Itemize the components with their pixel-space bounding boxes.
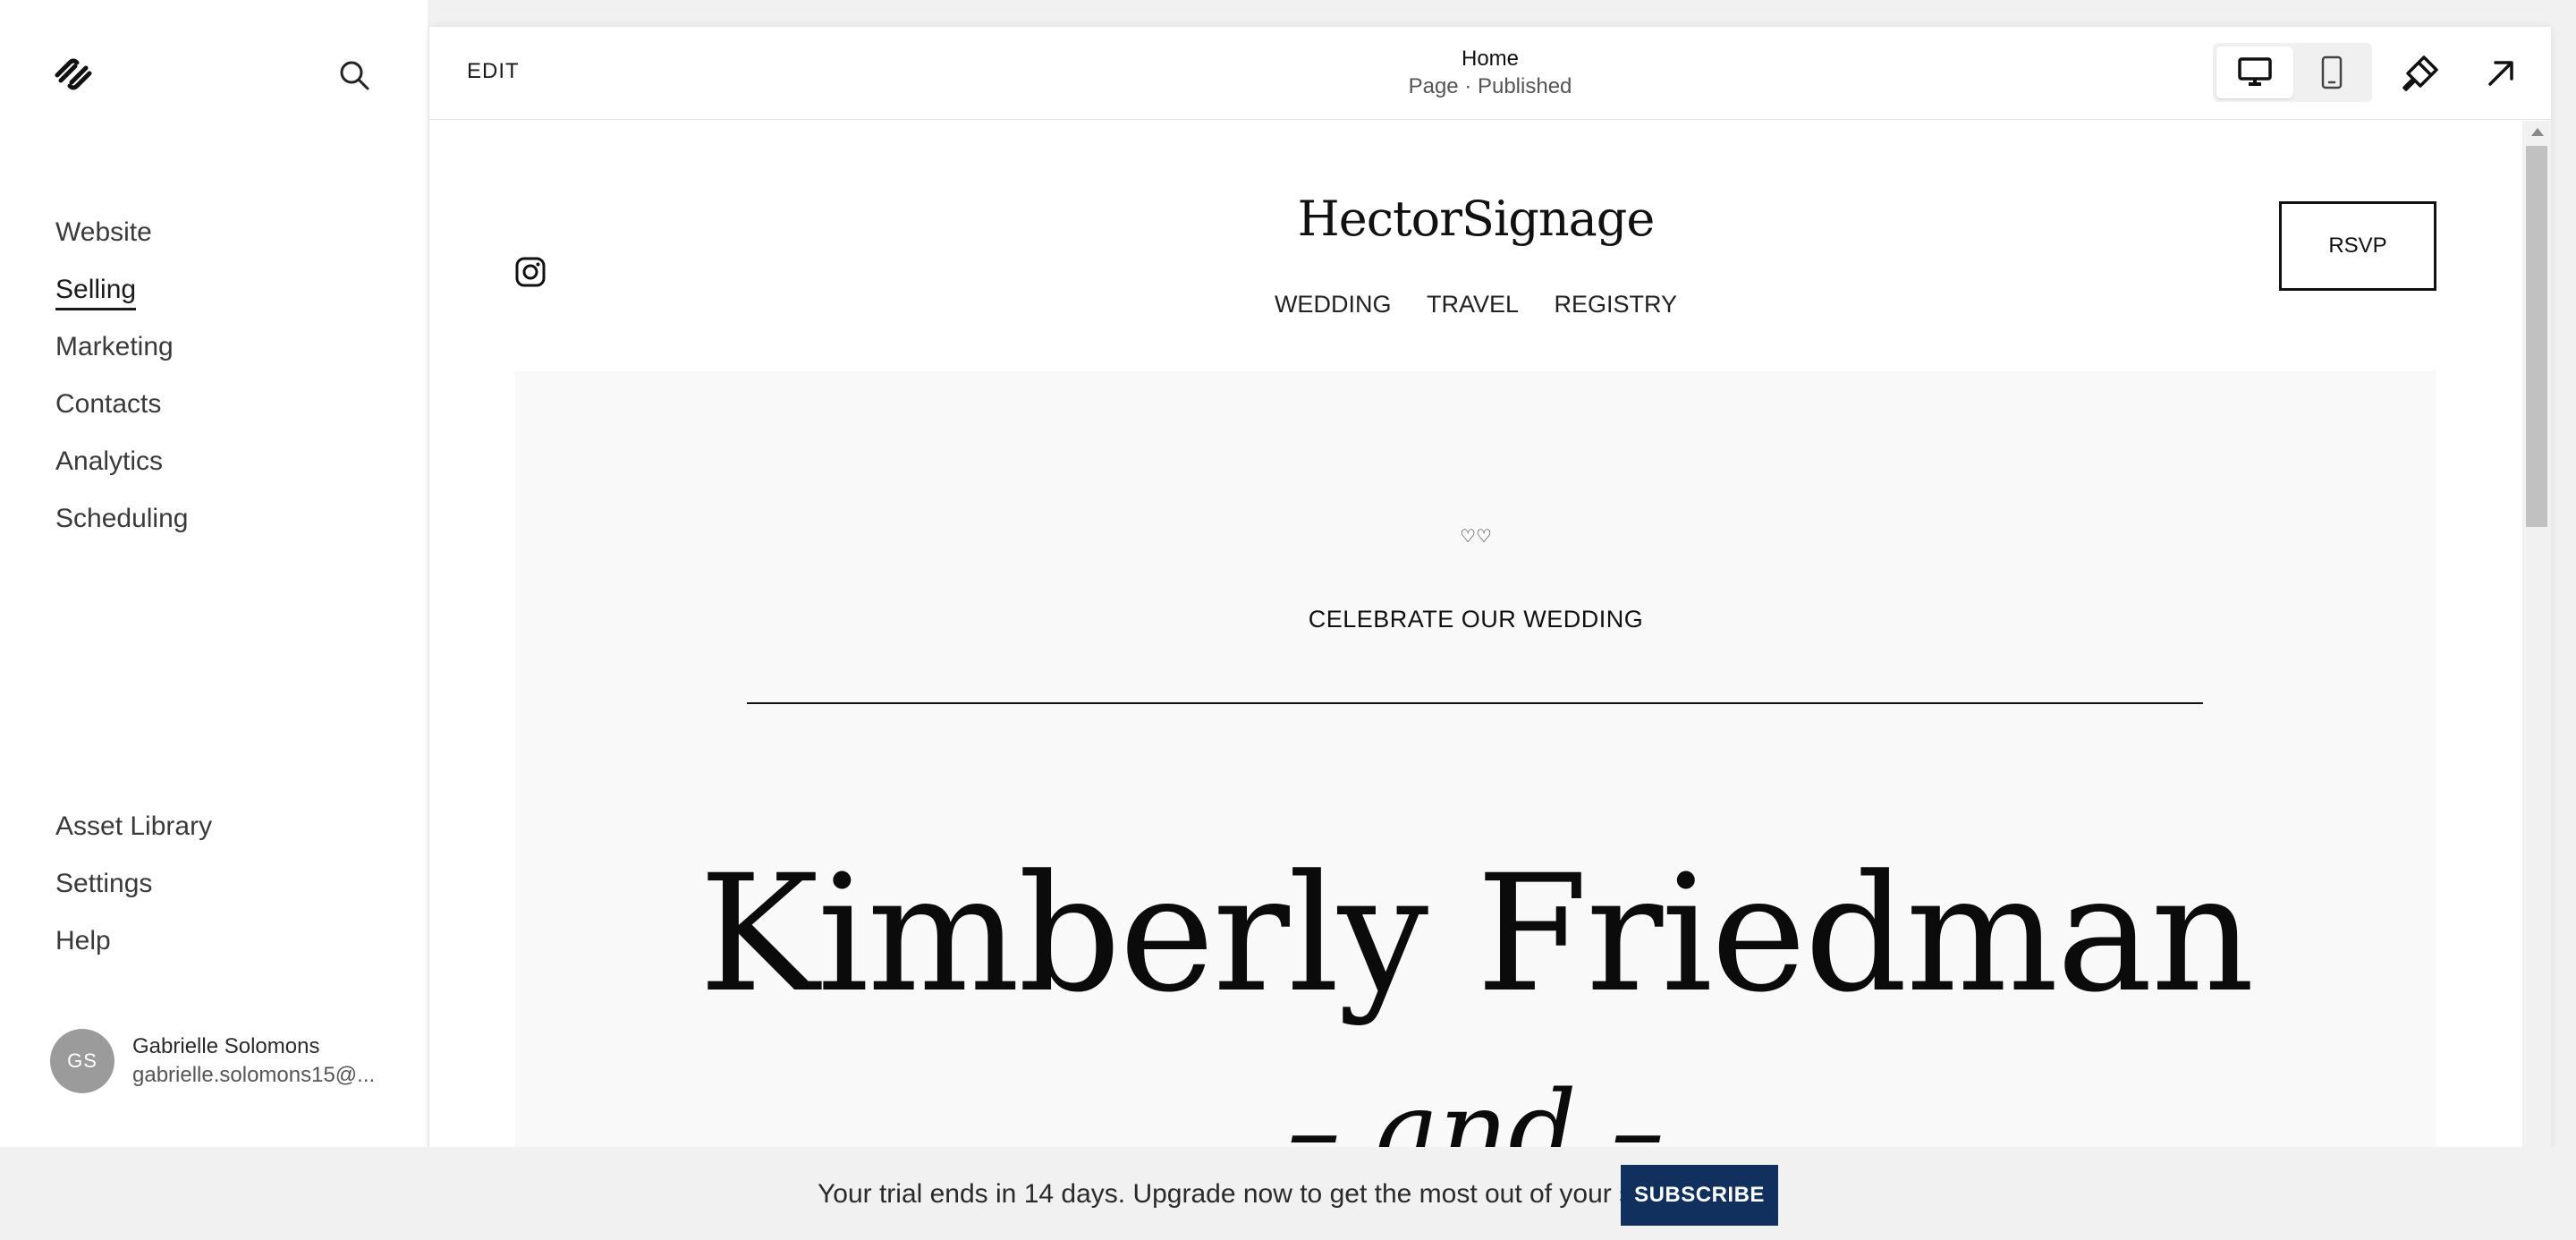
sidebar-item-help[interactable]: Help bbox=[55, 913, 212, 970]
trial-banner: Your trial ends in 14 days. Upgrade now … bbox=[0, 1147, 2576, 1240]
desktop-icon bbox=[2238, 57, 2272, 86]
desktop-view-button[interactable] bbox=[2216, 47, 2293, 98]
site-nav-travel[interactable]: TRAVEL bbox=[1427, 291, 1519, 318]
user-name: Gabrielle Solomons bbox=[132, 1034, 320, 1058]
sidebar-item-scheduling[interactable]: Scheduling bbox=[55, 490, 188, 548]
subscribe-button[interactable]: SUBSCRIBE bbox=[1621, 1165, 1778, 1226]
sidebar-item-asset-library[interactable]: Asset Library bbox=[55, 798, 212, 855]
sidebar-item-selling[interactable]: Selling bbox=[55, 261, 188, 318]
preview-scrollbar[interactable] bbox=[2522, 121, 2551, 1240]
editor-frame: EDIT Home Page · Published HectorSignage… bbox=[429, 27, 2551, 1240]
sidebar-item-analytics[interactable]: Analytics bbox=[55, 433, 188, 490]
hero-section: ♡♡ CELEBRATE OUR WEDDING Kimberly Friedm… bbox=[515, 371, 2436, 1240]
paintbrush-icon[interactable] bbox=[2401, 54, 2440, 93]
instagram-icon[interactable] bbox=[515, 257, 546, 287]
editor-toolbar: EDIT Home Page · Published bbox=[429, 27, 2551, 120]
site-nav-wedding[interactable]: WEDDING bbox=[1275, 291, 1392, 318]
mobile-icon bbox=[2321, 55, 2343, 89]
sidebar-item-contacts[interactable]: Contacts bbox=[55, 376, 188, 433]
squarespace-logo-icon[interactable] bbox=[52, 55, 95, 91]
search-icon[interactable] bbox=[338, 59, 370, 91]
view-mode-toggle bbox=[2213, 43, 2372, 102]
trial-banner-text: Your trial ends in 14 days. Upgrade now … bbox=[818, 1179, 1669, 1209]
site-preview[interactable]: HectorSignage WEDDING TRAVEL REGISTRY RS… bbox=[429, 121, 2522, 1240]
user-account[interactable]: GS Gabrielle Solomons gabrielle.solomons… bbox=[50, 1029, 375, 1093]
sidebar-bottom-nav: Asset Library Settings Help bbox=[55, 798, 212, 970]
hero-names: Kimberly Friedman bbox=[699, 841, 2254, 1028]
sidebar-item-marketing[interactable]: Marketing bbox=[55, 318, 188, 376]
user-email: gabrielle.solomons15@... bbox=[132, 1063, 376, 1087]
open-site-arrow-icon[interactable] bbox=[2485, 57, 2517, 89]
avatar: GS bbox=[50, 1029, 114, 1093]
sidebar: Website Selling Marketing Contacts Analy… bbox=[0, 0, 428, 1240]
scroll-up-arrow-icon[interactable] bbox=[2531, 128, 2544, 136]
scrollbar-thumb[interactable] bbox=[2526, 146, 2547, 527]
site-nav-registry[interactable]: REGISTRY bbox=[1555, 291, 1678, 318]
sidebar-item-settings[interactable]: Settings bbox=[55, 855, 212, 913]
sidebar-main-nav: Website Selling Marketing Contacts Analy… bbox=[55, 204, 188, 548]
rsvp-button[interactable]: RSVP bbox=[2279, 201, 2436, 291]
hearts-text: ♡♡ bbox=[1460, 527, 1492, 547]
site-title[interactable]: HectorSignage bbox=[429, 191, 2522, 247]
hero-subtitle: CELEBRATE OUR WEDDING bbox=[1308, 606, 1644, 633]
site-nav: WEDDING TRAVEL REGISTRY bbox=[429, 291, 2522, 318]
sidebar-item-website[interactable]: Website bbox=[55, 204, 188, 261]
hero-divider bbox=[747, 702, 2203, 704]
mobile-view-button[interactable] bbox=[2293, 47, 2370, 98]
